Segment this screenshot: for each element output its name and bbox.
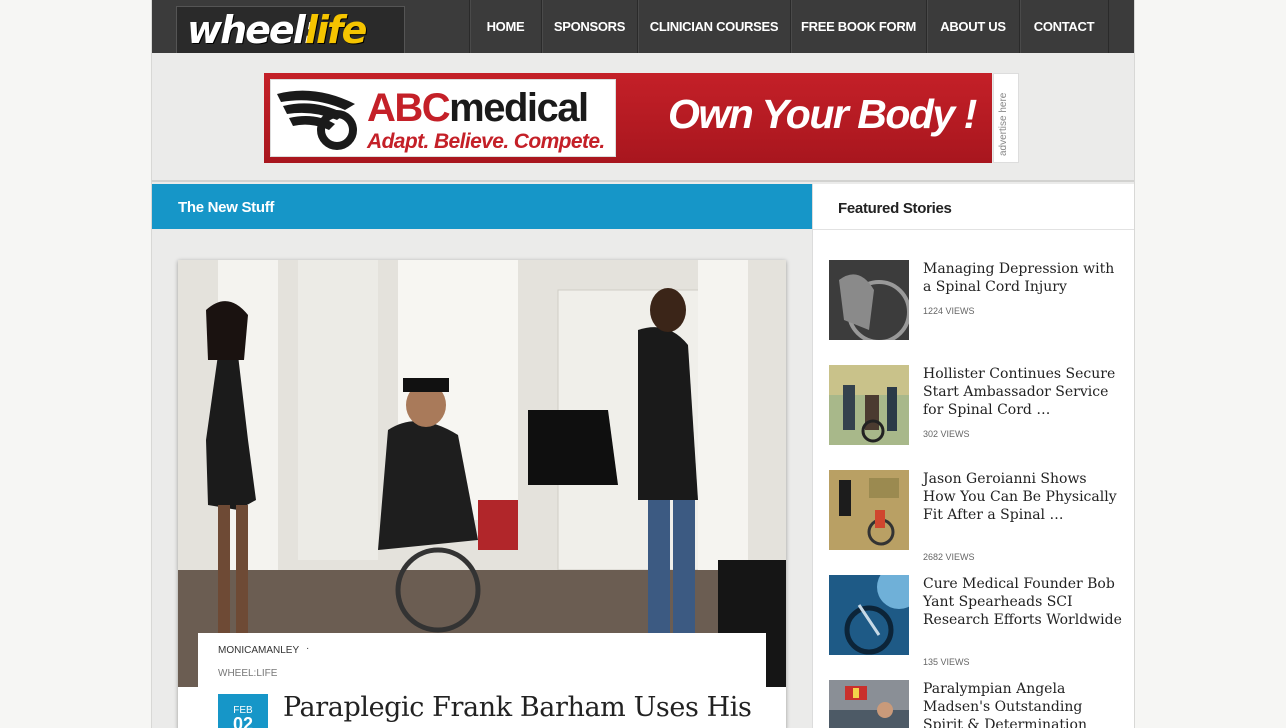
new-stuff-column: The New Stuff MONICAMANLEY · WHEEL:LIFE … (152, 184, 812, 728)
featured-stories-title: Featured Stories (838, 200, 952, 217)
top-navigation-bar: wheel: life HOME SPONSORS CLINICIAN COUR… (152, 0, 1134, 56)
story-title[interactable]: Cure Medical Founder Bob Yant Spearheads… (923, 575, 1123, 629)
story-thumbnail[interactable] (829, 260, 909, 340)
post-date-day: 02 (232, 714, 254, 728)
post-category[interactable]: WHEEL:LIFE (218, 668, 277, 679)
ad-area: ABCmedical Adapt. Believe. Compete. Own … (152, 53, 1134, 182)
post-meta-box: MONICAMANLEY · WHEEL:LIFE FEB 02 Paraple… (198, 633, 766, 728)
story-title[interactable]: Jason Geroianni Shows How You Can Be Phy… (923, 470, 1123, 524)
logo-word-life: life (305, 8, 367, 52)
ad-brand: ABCmedical (367, 86, 589, 131)
ad-logo-panel: ABCmedical Adapt. Believe. Compete. (270, 79, 616, 157)
post-date-badge: FEB 02 (218, 694, 268, 728)
story-views: 302 VIEWS (923, 429, 970, 439)
abc-wing-logo-icon (277, 90, 357, 150)
post-card[interactable]: MONICAMANLEY · WHEEL:LIFE FEB 02 Paraple… (178, 260, 786, 728)
post-featured-image[interactable] (178, 260, 786, 687)
story-thumbnail[interactable] (829, 680, 909, 728)
nav-about-us[interactable]: ABOUT US (926, 0, 1019, 53)
story-title[interactable]: Managing Depression with a Spinal Cord I… (923, 260, 1123, 296)
featured-story[interactable]: Cure Medical Founder Bob Yant Spearheads… (829, 575, 1129, 667)
logo-word-wheel: wheel: (187, 8, 319, 52)
ad-brand-medical: medical (449, 86, 589, 130)
ad-tagline: Adapt. Believe. Compete. (367, 130, 605, 153)
page-container: wheel: life HOME SPONSORS CLINICIAN COUR… (151, 0, 1135, 728)
story-thumbnail[interactable] (829, 575, 909, 655)
featured-story[interactable]: Jason Geroianni Shows How You Can Be Phy… (829, 470, 1129, 562)
nav-clinician-courses[interactable]: CLINICIAN COURSES (637, 0, 790, 53)
advertise-here-label: advertise here (998, 92, 1009, 156)
nav-sponsors[interactable]: SPONSORS (541, 0, 637, 53)
featured-story[interactable]: Managing Depression with a Spinal Cord I… (829, 260, 1129, 352)
story-title[interactable]: Hollister Continues Secure Start Ambassa… (923, 365, 1123, 419)
main-nav: HOME SPONSORS CLINICIAN COURSES FREE BOO… (469, 0, 1109, 53)
featured-stories-header: Featured Stories (813, 184, 1135, 230)
new-stuff-header: The New Stuff (152, 184, 812, 229)
ad-brand-abc: ABC (367, 86, 451, 130)
story-views: 1224 VIEWS (923, 306, 975, 316)
abc-medical-banner-ad[interactable]: ABCmedical Adapt. Believe. Compete. Own … (264, 73, 992, 163)
featured-story[interactable]: Paralympian Angela Madsen's Outstanding … (829, 680, 1129, 728)
meta-separator: · (306, 643, 310, 654)
story-thumbnail[interactable] (829, 365, 909, 445)
advertise-here-link[interactable]: advertise here (993, 73, 1019, 163)
story-thumbnail[interactable] (829, 470, 909, 550)
nav-contact[interactable]: CONTACT (1019, 0, 1109, 53)
featured-story[interactable]: Hollister Continues Secure Start Ambassa… (829, 365, 1129, 457)
post-title[interactable]: Paraplegic Frank Barham Uses His (283, 692, 752, 723)
nav-home[interactable]: HOME (469, 0, 541, 53)
site-logo[interactable]: wheel: life (176, 6, 405, 56)
story-views: 2682 VIEWS (923, 552, 975, 562)
concert-photo-illustration (178, 260, 786, 687)
story-views: 135 VIEWS (923, 657, 970, 667)
nav-free-book-form[interactable]: FREE BOOK FORM (790, 0, 926, 53)
featured-stories-sidebar: Featured Stories Managing Depression wit… (812, 184, 1135, 728)
post-author[interactable]: MONICAMANLEY (218, 645, 299, 656)
new-stuff-title: The New Stuff (178, 199, 275, 216)
ad-slogan: Own Your Body ! (668, 91, 977, 137)
story-title[interactable]: Paralympian Angela Madsen's Outstanding … (923, 680, 1123, 728)
